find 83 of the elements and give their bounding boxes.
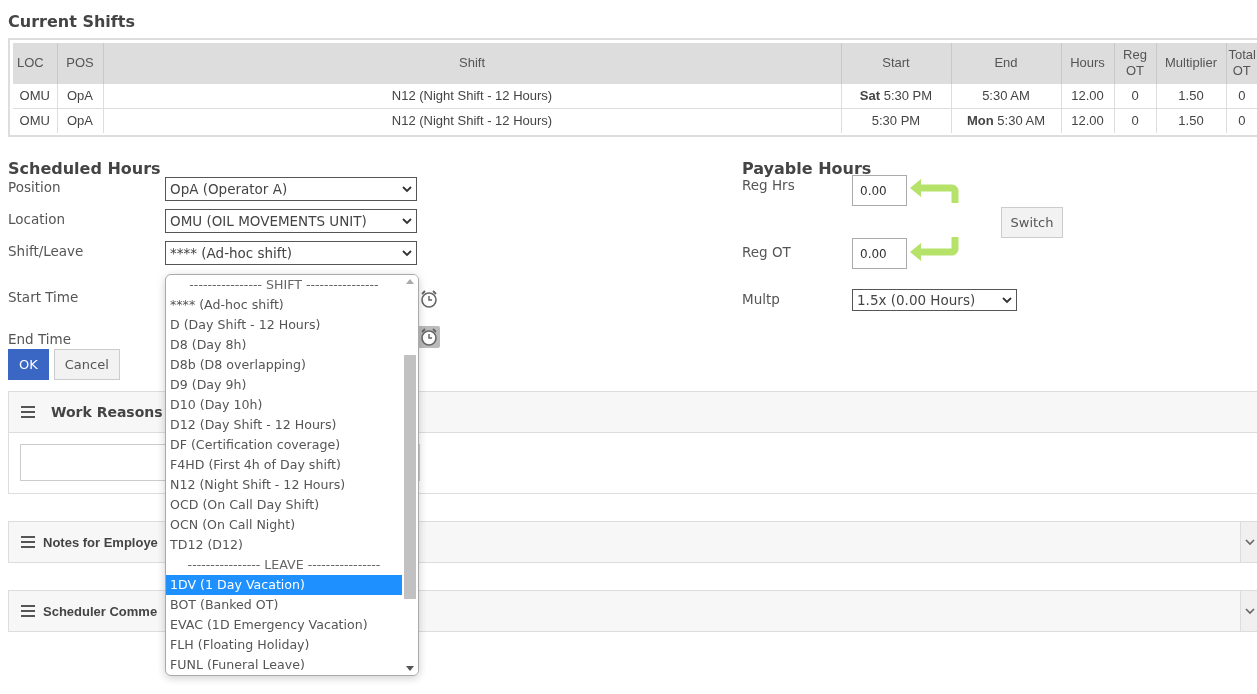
dropdown-option[interactable]: D8b (D8 overlapping) (166, 355, 402, 375)
column-header: LOC (13, 43, 57, 83)
dropdown-option[interactable]: FLH (Floating Holiday) (166, 635, 402, 655)
column-header: Reg OT (1114, 43, 1156, 83)
table-cell: 0 (1114, 83, 1156, 108)
field-label: End Time (8, 330, 72, 349)
table-cell: Sat 5:30 PM (841, 83, 951, 108)
section-title: Current Shifts (8, 12, 136, 33)
dropdown-option[interactable]: F4HD (First 4h of Day shift) (166, 455, 402, 475)
table-cell: 5:30 AM (951, 83, 1061, 108)
select-field[interactable]: **** (Ad-hoc shift) (165, 241, 417, 265)
caret-icon (402, 217, 412, 225)
table-cell: 5:30 PM (841, 108, 951, 133)
table-cell: 0 (1114, 108, 1156, 133)
table-cell: 12.00 (1061, 83, 1114, 108)
dropdown-option[interactable]: **** (Ad-hoc shift) (166, 295, 402, 315)
column-header: Multiplier (1156, 43, 1226, 83)
field-label: Multp (742, 290, 781, 309)
column-header: Hours (1061, 43, 1114, 83)
column-header: Start (841, 43, 951, 83)
clock-icon[interactable] (418, 326, 440, 348)
dropdown-option[interactable]: FUNL (Funeral Leave) (166, 655, 402, 675)
group-header: ---------------- SHIFT ---------------- (188, 276, 380, 294)
column-header: Total OT (1226, 43, 1257, 83)
input-field[interactable]: 0.00 (852, 238, 907, 269)
collapse-toggle[interactable] (1240, 591, 1257, 631)
menu-icon[interactable] (21, 406, 35, 418)
field-label: Position (8, 178, 62, 197)
collapse-toggle[interactable] (1240, 522, 1257, 562)
scrollbar-thumb[interactable] (404, 355, 416, 599)
ok-button[interactable]: OK (8, 349, 49, 380)
column-header: Shift (103, 43, 841, 83)
column-header: POS (57, 43, 103, 83)
group-header: ---------------- LEAVE ---------------- (186, 556, 382, 574)
dropdown-option[interactable]: N12 (Night Shift - 12 Hours) (166, 475, 402, 495)
table-cell: OMU (13, 83, 57, 108)
select-field[interactable]: OMU (OIL MOVEMENTS UNIT) (165, 209, 417, 233)
table-cell: 1.50 (1156, 83, 1226, 108)
dropdown-option[interactable]: D9 (Day 9h) (166, 375, 402, 395)
table-cell: OpA (57, 83, 103, 108)
field-label: Reg Hrs (742, 177, 796, 195)
chevron-icon (1245, 607, 1255, 615)
dropdown-option[interactable]: BOT (Banked OT) (166, 595, 402, 615)
switch-button[interactable]: Switch (1001, 207, 1063, 238)
dropdown-option[interactable]: EVAC (1D Emergency Vacation) (166, 615, 402, 635)
table-cell: 0 (1226, 83, 1257, 108)
select-field[interactable]: 1.5x (0.00 Hours) (852, 289, 1017, 311)
field-label: Location (8, 210, 67, 229)
caret-icon (402, 185, 412, 193)
menu-icon[interactable] (21, 536, 35, 548)
table-cell: OpA (57, 108, 103, 133)
table-cell: N12 (Night Shift - 12 Hours) (103, 108, 841, 133)
section-title: Scheduled Hours (8, 159, 162, 180)
caret-icon (402, 249, 412, 257)
field-label: Reg OT (742, 243, 792, 262)
field-label: Shift/Leave (8, 242, 85, 261)
input-field[interactable]: 0.00 (852, 175, 907, 206)
field-label: Start Time (8, 288, 80, 307)
clock-icon[interactable] (418, 288, 440, 310)
panel-title: Notes for Employe (43, 534, 158, 550)
dropdown-option[interactable]: D (Day Shift - 12 Hours) (166, 315, 402, 335)
table-cell: N12 (Night Shift - 12 Hours) (103, 83, 841, 108)
dropdown-option[interactable]: D8 (Day 8h) (166, 335, 402, 355)
dropdown-option[interactable]: OCD (On Call Day Shift) (166, 495, 402, 515)
panel-title: Work Reasons (51, 404, 163, 420)
table-cell: Mon 5:30 AM (951, 108, 1061, 133)
scroll-down-icon[interactable] (406, 666, 414, 671)
column-header: End (951, 43, 1061, 83)
dropdown-option[interactable]: D12 (Day Shift - 12 Hours) (166, 415, 402, 435)
cancel-button[interactable]: Cancel (53, 349, 120, 380)
dropdown-option[interactable]: D10 (Day 10h) (166, 395, 402, 415)
table-cell: 1.50 (1156, 108, 1226, 133)
caret-icon (1002, 296, 1012, 304)
table-cell: 0 (1226, 108, 1257, 133)
menu-icon[interactable] (21, 605, 35, 617)
dropdown-option[interactable]: TD12 (D12) (166, 535, 402, 555)
table-cell: 12.00 (1061, 108, 1114, 133)
chevron-icon (1245, 538, 1255, 546)
select-field[interactable]: OpA (Operator A) (165, 177, 417, 201)
dropdown-option[interactable]: OCN (On Call Night) (166, 515, 402, 535)
panel-title: Scheduler Comme (43, 603, 158, 619)
dropdown-option[interactable]: DF (Certification coverage) (166, 435, 402, 455)
table-cell: OMU (13, 108, 57, 133)
